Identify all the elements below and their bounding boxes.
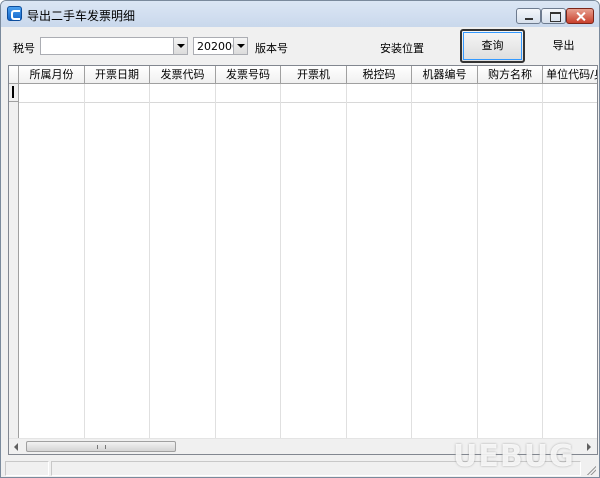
scrollbar-thumb[interactable] xyxy=(26,441,176,452)
column-divider xyxy=(411,84,412,438)
column-divider xyxy=(215,84,216,438)
maximize-button[interactable] xyxy=(541,8,566,24)
app-icon xyxy=(7,6,22,21)
column-divider xyxy=(149,84,150,438)
window-title: 导出二手车发票明细 xyxy=(27,9,136,23)
row-header-column xyxy=(9,102,19,438)
tax-number-combo[interactable] xyxy=(40,37,188,55)
export-button[interactable]: 导出 xyxy=(531,29,596,63)
tax-number-label: 税号 xyxy=(13,42,35,55)
column-divider xyxy=(280,84,281,438)
grid-corner xyxy=(9,66,19,84)
chevron-down-icon[interactable] xyxy=(173,38,187,54)
version-label: 版本号 xyxy=(255,42,288,55)
column-header[interactable]: 购方名称 xyxy=(478,66,543,84)
column-divider xyxy=(346,84,347,438)
minimize-button[interactable] xyxy=(516,8,541,24)
column-header[interactable]: 税控码 xyxy=(347,66,412,84)
chevron-down-icon[interactable] xyxy=(233,38,247,54)
column-header[interactable]: 机器编号 xyxy=(412,66,478,84)
column-divider xyxy=(84,84,85,438)
watermark-logo: UEBUG xyxy=(453,439,575,474)
row-indicator[interactable] xyxy=(9,84,19,102)
column-header[interactable]: 开票机 xyxy=(281,66,347,84)
install-location-label: 安装位置 xyxy=(380,42,424,55)
column-header[interactable]: 所属月份 xyxy=(19,66,85,84)
grid-row[interactable] xyxy=(19,102,597,103)
invoice-grid[interactable]: 所属月份开票日期发票代码发票号码开票机税控码机器编号购方名称单位代码/身 xyxy=(8,65,598,455)
main-window: 导出二手车发票明细 税号 202006 版本号 安装位置 查询 导出 所属月份开… xyxy=(0,0,600,478)
query-button[interactable]: 查询 xyxy=(460,29,525,63)
column-divider xyxy=(477,84,478,438)
column-header[interactable]: 发票代码 xyxy=(150,66,216,84)
period-combo[interactable]: 202006 xyxy=(193,37,248,55)
column-header[interactable]: 开票日期 xyxy=(85,66,150,84)
column-header[interactable]: 发票号码 xyxy=(216,66,281,84)
title-bar: 导出二手车发票明细 xyxy=(1,1,599,27)
close-button[interactable] xyxy=(566,8,594,24)
resize-grip-icon[interactable] xyxy=(586,465,596,475)
column-divider xyxy=(542,84,543,438)
scroll-right-icon[interactable] xyxy=(581,439,597,454)
scroll-left-icon[interactable] xyxy=(9,439,25,454)
status-pane xyxy=(5,461,49,476)
column-header[interactable]: 单位代码/身 xyxy=(543,66,597,84)
